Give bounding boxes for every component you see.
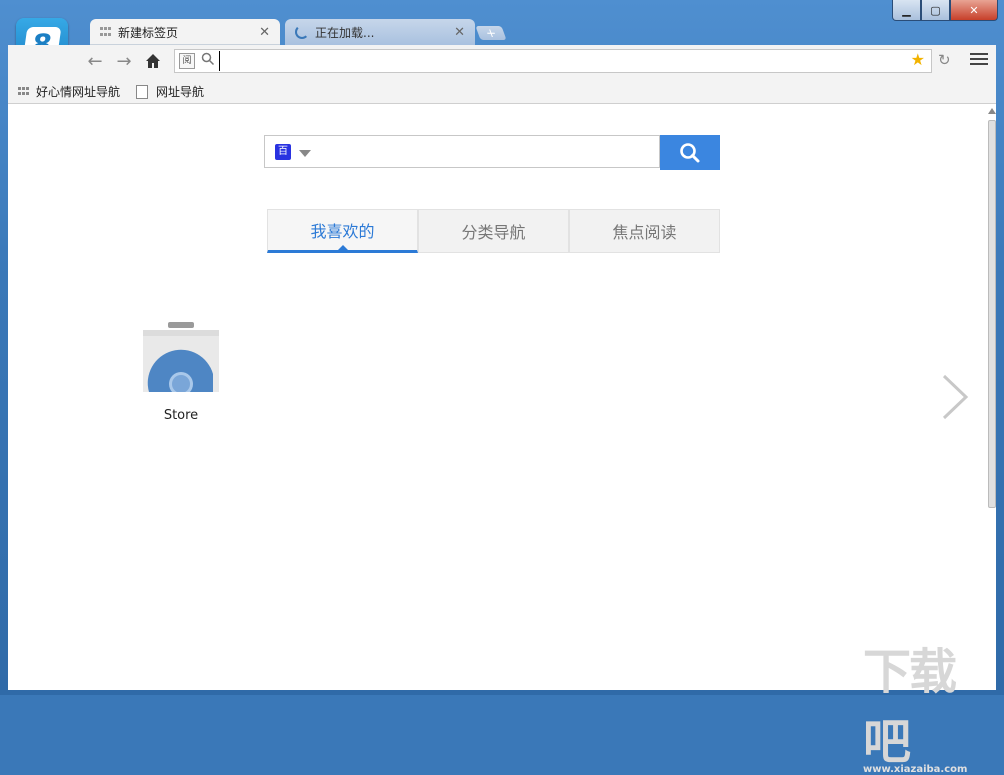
bookmark-item[interactable]: 好心情网址导航 <box>18 83 120 100</box>
close-button[interactable]: ✕ <box>950 0 998 21</box>
apps-grid-icon <box>100 27 112 37</box>
new-tab-page: 百 我喜欢的 分类导航 焦点阅读 Store 下载吧 www.xiazaiba.… <box>8 104 996 775</box>
bookmark-star-icon[interactable]: ★ <box>911 50 925 69</box>
tab-label: 正在加载... <box>315 25 375 40</box>
apps-grid-icon <box>18 86 30 97</box>
page-icon <box>136 84 148 99</box>
watermark: 下载吧 www.xiazaiba.com <box>863 632 996 775</box>
search-input[interactable] <box>321 140 655 165</box>
baidu-paw-icon[interactable]: 百 <box>275 144 291 160</box>
bookmarks-bar: 好心情网址导航 网址导航 <box>8 77 996 104</box>
back-arrow-icon[interactable]: ← <box>84 51 106 72</box>
chevron-down-icon[interactable] <box>299 150 311 157</box>
store-icon <box>143 322 219 396</box>
tab-new-tab[interactable]: 新建标签页 ✕ <box>90 19 280 45</box>
tab-label: 新建标签页 <box>118 25 179 40</box>
reload-icon[interactable]: ↻ <box>938 51 951 69</box>
browser-window: 8 ▁ ▢ ✕ 新建标签页 ✕ 正在加载... ✕ + ← → 阅 ★ ↻ 好心… <box>0 0 1004 775</box>
watermark-url: www.xiazaiba.com <box>863 764 968 775</box>
toolbar: ← → 阅 ★ ↻ <box>8 45 996 77</box>
tab-loading[interactable]: 正在加载... ✕ <box>285 19 475 45</box>
search-button[interactable] <box>660 135 720 170</box>
watermark-text: 下载吧 <box>863 644 957 770</box>
url-input[interactable] <box>219 51 824 71</box>
window-controls: ▁ ▢ ✕ <box>892 0 998 21</box>
home-icon <box>146 54 160 68</box>
reader-mode-icon[interactable]: 阅 <box>179 53 195 69</box>
tab-favorites[interactable]: 我喜欢的 <box>267 209 418 253</box>
tab-focus-reading[interactable]: 焦点阅读 <box>569 209 720 253</box>
forward-arrow-icon[interactable]: → <box>113 51 135 72</box>
menu-icon[interactable] <box>970 50 988 68</box>
minimize-button[interactable]: ▁ <box>892 0 921 21</box>
chevron-right-icon[interactable] <box>938 372 972 422</box>
scrollbar-thumb[interactable] <box>988 120 996 508</box>
search-icon <box>201 52 215 66</box>
tab-close-icon[interactable]: ✕ <box>454 25 465 40</box>
scrollbar[interactable] <box>988 104 996 690</box>
bookmark-label: 好心情网址导航 <box>36 85 121 99</box>
app-tile-store[interactable]: Store <box>142 322 220 423</box>
search-box[interactable]: 百 <box>264 135 660 168</box>
address-bar[interactable]: 阅 ★ <box>174 49 932 73</box>
search-icon <box>680 142 700 162</box>
bookmark-item[interactable]: 网址导航 <box>136 83 204 100</box>
app-label: Store <box>163 408 199 423</box>
bookmark-label: 网址导航 <box>156 85 205 99</box>
loading-spinner-icon <box>295 25 309 39</box>
new-tab-button[interactable]: + <box>475 26 507 40</box>
content-tabs: 我喜欢的 分类导航 焦点阅读 <box>267 209 721 253</box>
scroll-up-icon[interactable] <box>988 108 996 114</box>
tab-close-icon[interactable]: ✕ <box>259 25 270 40</box>
maximize-button[interactable]: ▢ <box>921 0 950 21</box>
tab-categories[interactable]: 分类导航 <box>418 209 569 253</box>
home-button[interactable] <box>142 51 164 71</box>
